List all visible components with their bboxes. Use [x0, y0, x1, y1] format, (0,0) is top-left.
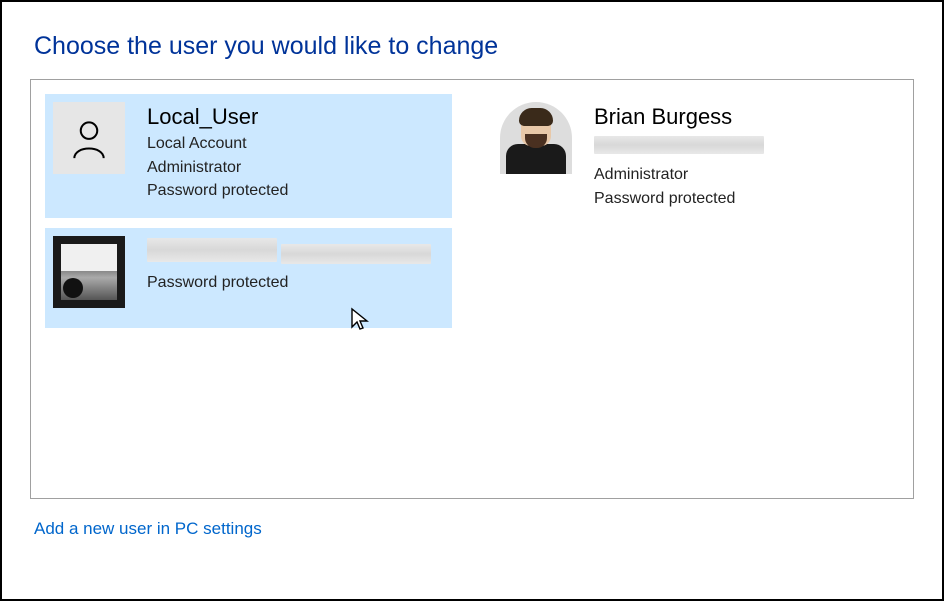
user-role: Administrator — [594, 163, 764, 186]
user-card-redacted[interactable]: Password protected — [45, 228, 452, 328]
user-password-status: Password protected — [147, 179, 288, 202]
person-icon — [67, 116, 111, 160]
user-role: Administrator — [147, 156, 288, 179]
avatar-default-icon — [53, 102, 125, 174]
user-info: Local_User Local Account Administrator P… — [147, 102, 288, 202]
avatar-photo — [500, 102, 572, 174]
page-title: Choose the user you would like to change — [34, 32, 914, 61]
user-password-status: Password protected — [594, 187, 764, 210]
user-account-type: Local Account — [147, 132, 288, 155]
redacted-email — [594, 136, 764, 154]
avatar-framed-photo — [53, 236, 125, 308]
redacted-line — [281, 244, 431, 264]
user-info: Brian Burgess Administrator Password pro… — [594, 102, 764, 210]
user-list: Local_User Local Account Administrator P… — [30, 79, 914, 499]
user-card-brian-burgess[interactable]: Brian Burgess Administrator Password pro… — [492, 94, 899, 218]
user-name: Local_User — [147, 104, 288, 130]
add-user-link[interactable]: Add a new user in PC settings — [34, 519, 262, 539]
user-name: Brian Burgess — [594, 104, 764, 130]
user-password-status: Password protected — [147, 271, 431, 294]
user-card-local-user[interactable]: Local_User Local Account Administrator P… — [45, 94, 452, 218]
user-info: Password protected — [147, 236, 431, 294]
redacted-name — [147, 238, 277, 262]
